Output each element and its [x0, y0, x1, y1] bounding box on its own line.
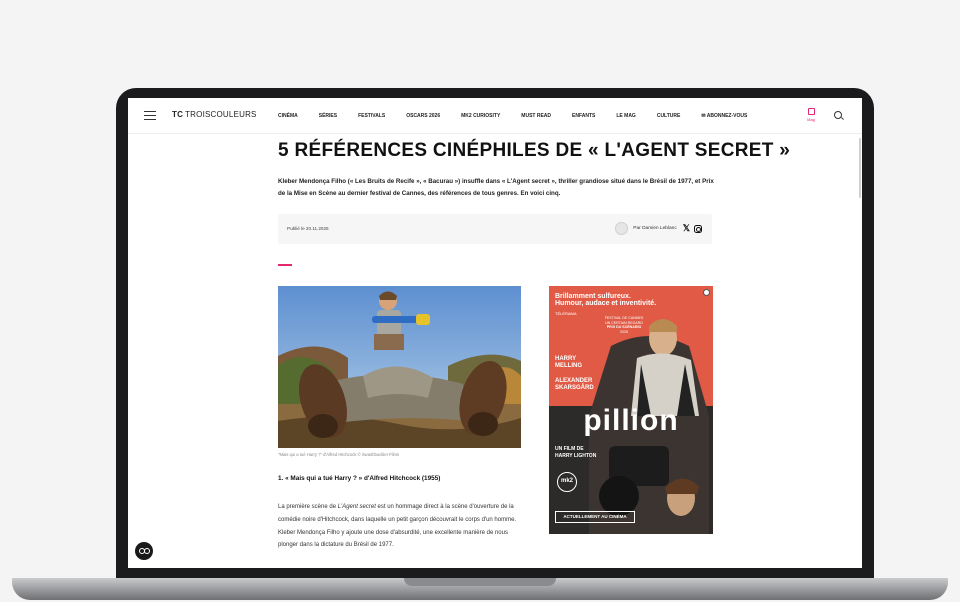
author-share: Par Damien Leblanc 𝕏 [615, 222, 702, 235]
body-text-rest: est un hommage direct à la scène d'ouver… [278, 504, 517, 549]
prize-year: 2025 [620, 329, 628, 334]
nav-item-series[interactable]: SÉRIES [319, 113, 337, 119]
nav-item-subscribe[interactable]: ✉ ABONNEZ-VOUS [701, 113, 747, 119]
mag-shop-button[interactable]: Mag [800, 108, 822, 122]
nav-item-must-read[interactable]: MUST READ [521, 113, 551, 119]
poster-text-layer: Brillamment sulfureux. Humour, audace et… [549, 286, 713, 534]
bag-icon [807, 108, 815, 115]
cookie-settings-icon[interactable] [135, 542, 153, 560]
top-navigation: TC TROISCOULEURS CINÉMA SÉRIES FESTIVALS … [128, 98, 862, 134]
logo-text: TROISCOULEURS [185, 110, 257, 119]
nav-item-enfants[interactable]: ENFANTS [572, 113, 595, 119]
film-title-emphasis: L'Agent secret [337, 504, 376, 510]
mag-label: Mag [807, 117, 815, 122]
logo-mark: TC [172, 110, 184, 119]
press-quote-2: Humour, audace et inventivité. [555, 300, 657, 307]
article-body-paragraph: La première scène de L'Agent secret est … [278, 501, 526, 552]
festival-section: UN CERTAIN REGARD [604, 320, 643, 325]
nav-item-cinema[interactable]: CINÉMA [278, 113, 298, 119]
publish-date: Publié le 20.11.2025 [287, 226, 329, 231]
body-text-start: La première scène de [278, 504, 338, 510]
section-heading: 1. « Mais qui a tué Harry ? » d'Alfred H… [278, 475, 441, 482]
laptop-notch [404, 578, 556, 586]
cannes-badge: FESTIVAL DE CANNES UN CERTAIN REGARD PRIX … [604, 316, 644, 348]
browser-viewport: TC TROISCOULEURS CINÉMA SÉRIES FESTIVALS … [128, 98, 862, 568]
scrollbar[interactable] [859, 138, 861, 198]
distributor-logo: mk2 [557, 472, 577, 492]
x-share-icon[interactable]: 𝕏 [683, 224, 690, 233]
photo-illustration [278, 286, 521, 448]
poster-director: UN FILM DE HARRY LIGHTON [555, 446, 597, 459]
nav-item-le-mag[interactable]: LE MAG [616, 113, 635, 119]
article-meta-bar: Publié le 20.11.2025 Par Damien Leblanc … [278, 214, 712, 244]
nav-item-oscars[interactable]: OSCARS 2026 [406, 113, 440, 119]
site-logo[interactable]: TC TROISCOULEURS [172, 110, 257, 119]
festival-name: FESTIVAL DE CANNES [604, 316, 644, 320]
poster-film-title: pillion [583, 404, 679, 437]
cast-alexander-skarsgard: ALEXANDER SKARSGÅRD [555, 378, 594, 391]
nav-item-culture[interactable]: CULTURE [657, 113, 681, 119]
nav-item-festivals[interactable]: FESTIVALS [358, 113, 385, 119]
film-poster-ad[interactable]: Brillamment sulfureux. Humour, audace et… [549, 286, 713, 534]
now-showing-banner: ACTUELLEMENT AU CINÉMA [555, 511, 635, 523]
search-icon[interactable] [834, 111, 842, 119]
article-title: 5 RÉFÉRENCES CINÉPHILES DE « L'AGENT SEC… [278, 140, 791, 161]
accent-divider [278, 264, 292, 266]
article-photo [278, 286, 521, 448]
ad-info-icon[interactable] [703, 289, 710, 296]
article-lead: Kleber Mendonça Filho (« Les Bruits de R… [278, 178, 714, 197]
nav-item-mk2-curiosity[interactable]: MK2 CURIOSITY [461, 113, 500, 119]
photo-caption: "Mais qui a tué Harry ?" d'Alfred Hitchc… [278, 452, 400, 457]
author-avatar [615, 222, 629, 235]
cast-harry-melling: HARRY MELLING [555, 356, 582, 369]
nav-menu: CINÉMA SÉRIES FESTIVALS OSCARS 2026 MK2 … [278, 113, 768, 119]
instagram-icon[interactable] [694, 224, 702, 233]
prize-name: PRIX DU SCÉNARIO [606, 325, 642, 329]
subscribe-label: ABONNEZ-VOUS [706, 113, 748, 119]
author-name[interactable]: Par Damien Leblanc [633, 226, 676, 231]
press-source: TÉLÉRAMA [555, 311, 577, 316]
hamburger-icon[interactable] [144, 111, 156, 120]
